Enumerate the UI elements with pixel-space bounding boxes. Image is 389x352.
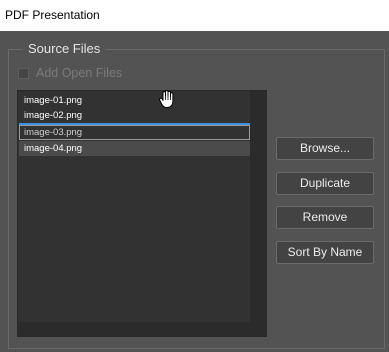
file-name: image-02.png xyxy=(24,110,83,121)
source-files-list[interactable]: image-01.png image-02.png image-03.png i… xyxy=(17,90,267,337)
file-list-area[interactable]: image-01.png image-02.png image-03.png i… xyxy=(18,91,250,322)
window-title: PDF Presentation xyxy=(0,0,389,31)
add-open-files-label: Add Open Files xyxy=(36,66,123,80)
add-open-files-row[interactable]: Add Open Files xyxy=(18,66,122,80)
add-open-files-checkbox[interactable] xyxy=(18,67,29,79)
browse-button[interactable]: Browse... xyxy=(276,137,374,160)
grab-hand-icon xyxy=(159,90,174,108)
sort-by-name-button[interactable]: Sort By Name xyxy=(276,241,374,264)
list-item-selected[interactable]: image-04.png xyxy=(19,141,250,156)
vertical-scrollbar[interactable] xyxy=(250,91,266,336)
horizontal-scrollbar[interactable] xyxy=(18,322,250,336)
file-name: image-04.png xyxy=(24,143,83,154)
remove-button[interactable]: Remove xyxy=(276,206,374,229)
pdf-presentation-dialog: Source Files Add Open Files image-01.png… xyxy=(0,31,389,352)
file-name: image-03.png xyxy=(24,127,83,138)
list-item[interactable]: image-01.png xyxy=(19,93,250,108)
duplicate-button[interactable]: Duplicate xyxy=(276,172,374,195)
list-item[interactable]: image-03.png xyxy=(19,125,250,140)
list-item[interactable]: image-02.png xyxy=(19,108,250,123)
source-files-label: Source Files xyxy=(22,41,107,57)
file-name: image-01.png xyxy=(24,95,83,106)
